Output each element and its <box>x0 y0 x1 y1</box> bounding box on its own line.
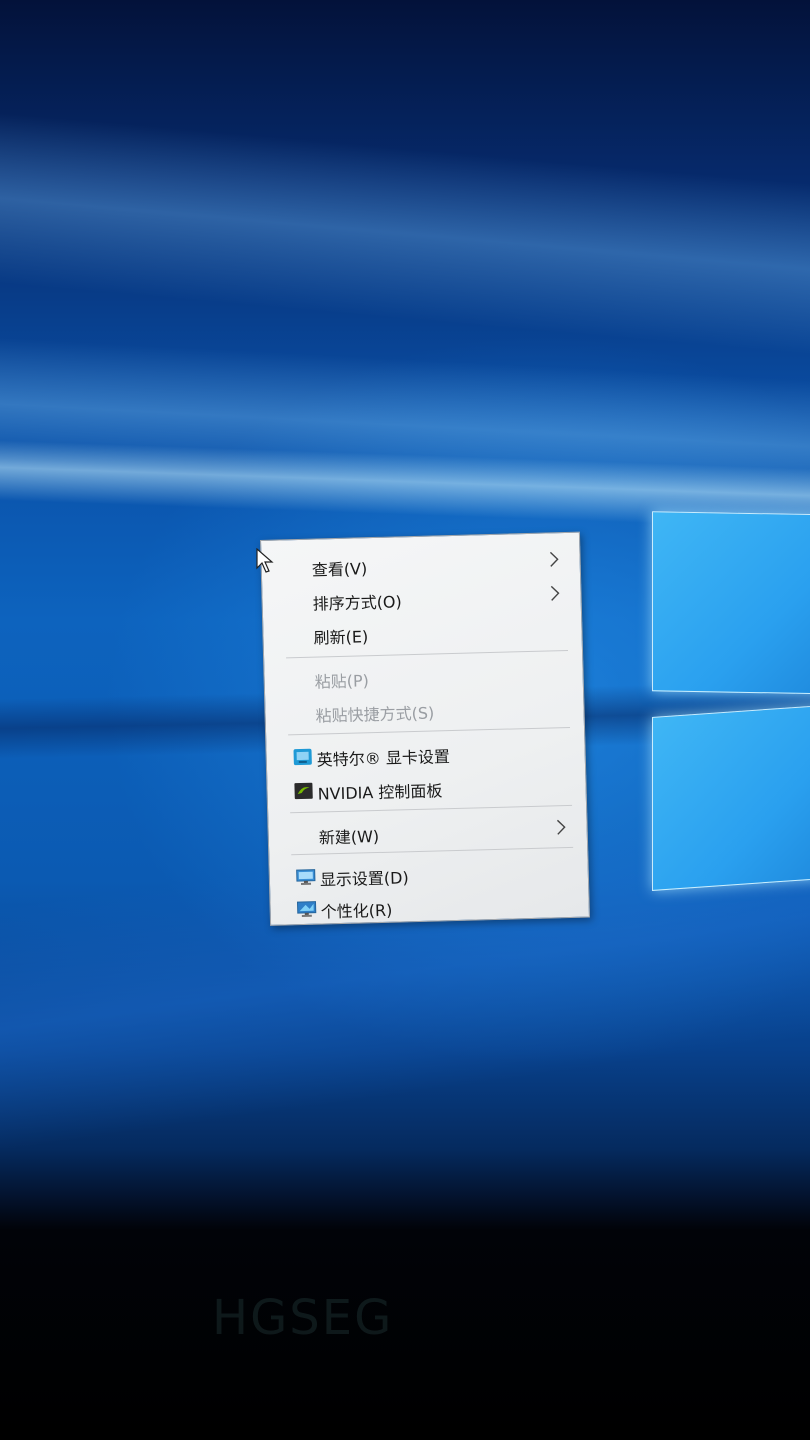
menu-item-new[interactable]: 新建(W) <box>268 813 587 851</box>
display-settings-icon <box>296 869 316 886</box>
chevron-right-icon <box>549 551 559 567</box>
menu-item-label: 个性化(R) <box>320 900 393 922</box>
nvidia-icon <box>294 782 313 800</box>
menu-item-refresh[interactable]: 刷新(E) <box>263 613 582 651</box>
menu-item-label: 英特尔® 显卡设置 <box>316 747 451 770</box>
windows-logo-pane <box>652 703 810 891</box>
menu-item-label: 刷新(E) <box>313 627 369 648</box>
menu-item-paste-shortcut[interactable]: 粘贴快捷方式(S) <box>265 691 584 729</box>
menu-item-intel-graphics[interactable]: 英特尔® 显卡设置 <box>266 735 585 773</box>
intel-graphics-icon <box>293 748 312 766</box>
desktop-background[interactable]: HGSEG 查看(V) 排序方式(O) 刷新(E) 粘贴(P) 粘贴快捷方式(S… <box>0 0 810 1440</box>
monitor-bezel-logo: HGSEG <box>212 1290 394 1346</box>
menu-item-label: 新建(W) <box>318 826 380 848</box>
wallpaper-light-beam <box>0 106 810 364</box>
chevron-right-icon <box>550 585 560 601</box>
menu-item-label: 查看(V) <box>311 559 368 580</box>
menu-separator <box>290 804 573 814</box>
menu-item-label: 粘贴(P) <box>314 671 370 692</box>
menu-item-personalize[interactable]: 个性化(R) <box>270 887 589 925</box>
menu-item-paste[interactable]: 粘贴(P) <box>264 657 583 695</box>
windows-logo-pane <box>652 511 810 695</box>
menu-item-view[interactable]: 查看(V) <box>261 545 580 583</box>
desktop-context-menu: 查看(V) 排序方式(O) 刷新(E) 粘贴(P) 粘贴快捷方式(S) 英特尔®… <box>260 531 590 926</box>
menu-item-label: 粘贴快捷方式(S) <box>315 703 435 726</box>
menu-item-label: 排序方式(O) <box>312 592 403 614</box>
windows-logo <box>650 505 810 905</box>
wallpaper-light-beam <box>0 333 810 507</box>
mouse-pointer-icon <box>256 548 274 573</box>
chevron-right-icon <box>556 819 566 835</box>
menu-item-label: 显示设置(D) <box>319 868 409 890</box>
menu-separator <box>288 726 571 736</box>
menu-item-nvidia-control-panel[interactable]: NVIDIA 控制面板 <box>267 769 586 807</box>
menu-item-label: NVIDIA 控制面板 <box>317 781 443 804</box>
personalize-icon <box>296 901 317 918</box>
menu-item-sort-by[interactable]: 排序方式(O) <box>262 579 581 617</box>
